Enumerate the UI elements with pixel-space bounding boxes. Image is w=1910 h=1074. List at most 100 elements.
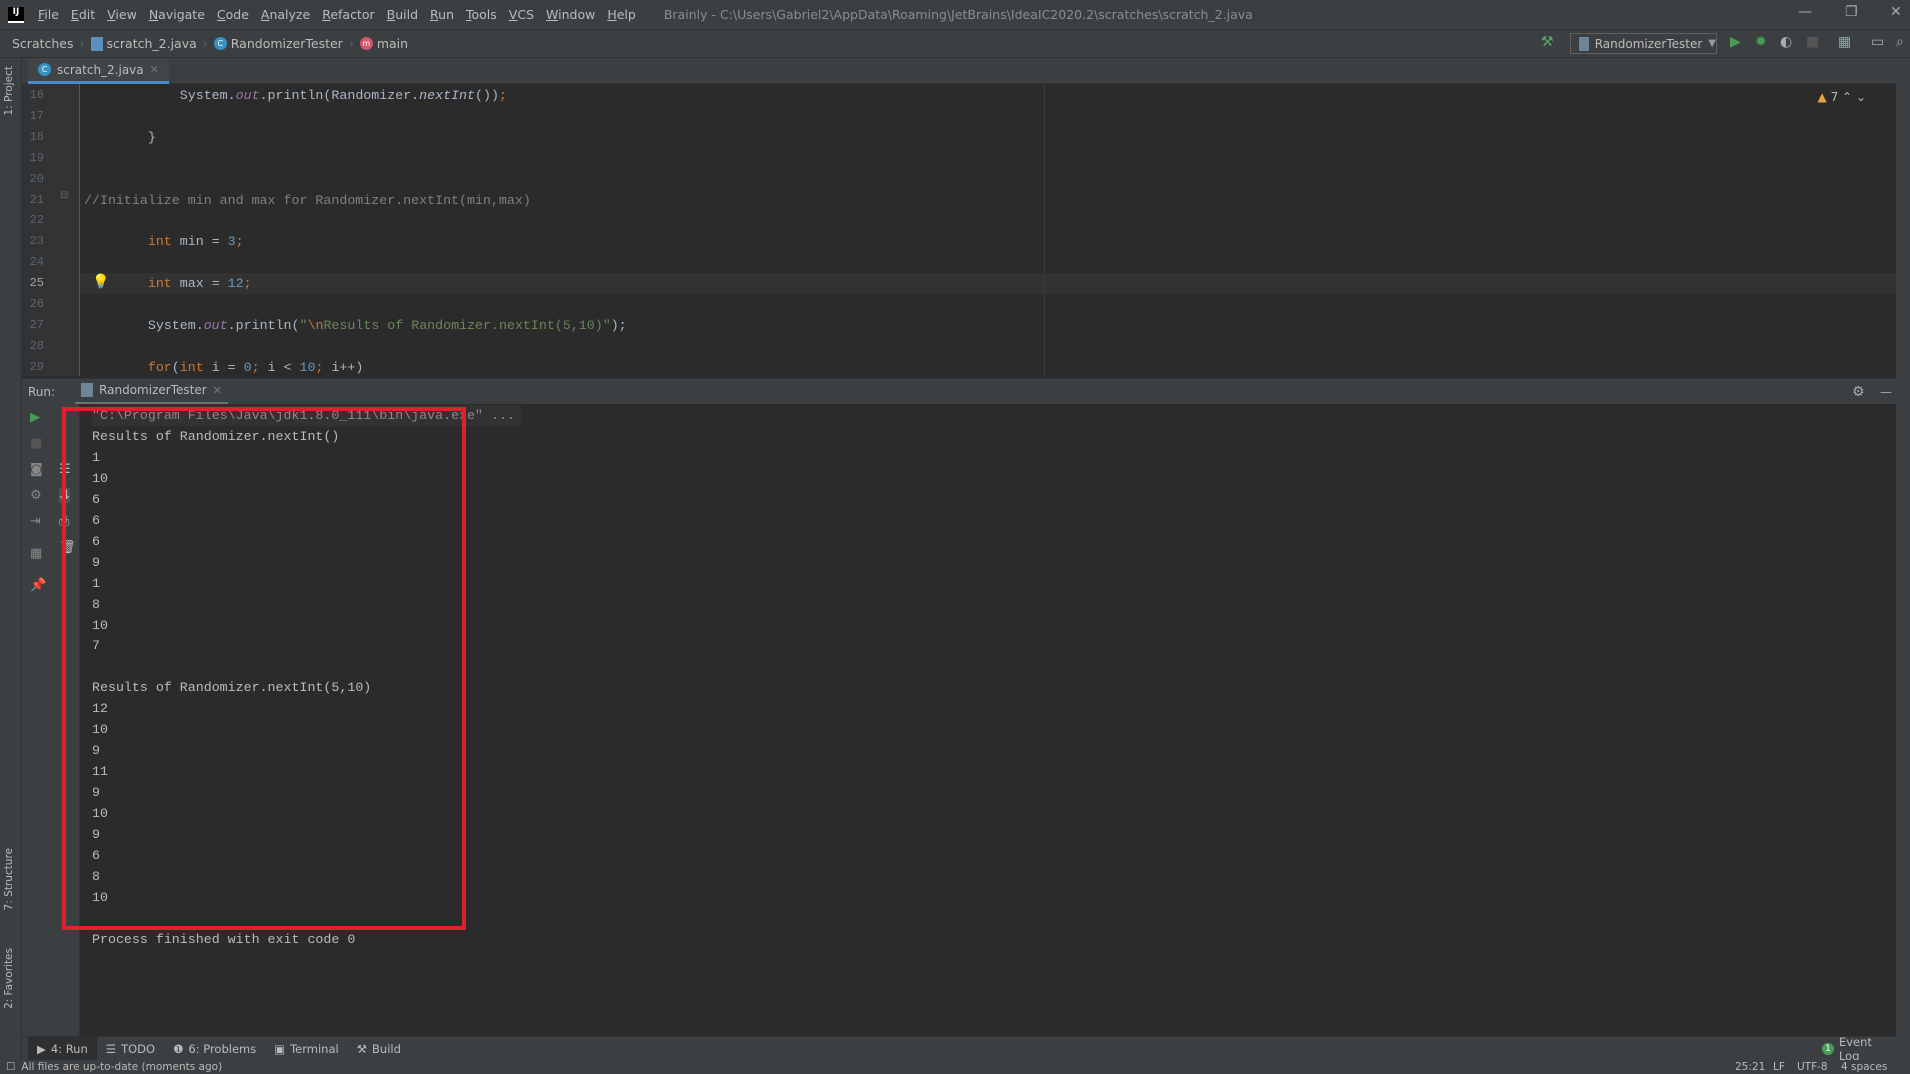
menu-build[interactable]: Build xyxy=(387,7,418,22)
file-encoding[interactable]: UTF-8 xyxy=(1797,1061,1828,1073)
build-hammer-icon[interactable]: ⚒ xyxy=(1541,34,1554,50)
menu-file[interactable]: File xyxy=(38,7,59,22)
code-token: System. xyxy=(84,88,236,103)
left-tool-strip: 1: Project 7: Structure 2: Favorites xyxy=(0,58,22,1060)
menu-help[interactable]: Help xyxy=(607,7,636,22)
menu-tools[interactable]: Tools xyxy=(466,7,497,22)
tool-window-label: 4: Run xyxy=(50,1041,88,1056)
crumb-class[interactable]: C RandomizerTester xyxy=(213,36,343,51)
class-icon: C xyxy=(38,63,51,76)
layout-icon[interactable]: ▦ xyxy=(30,546,42,561)
crumb-file[interactable]: scratch_2.java xyxy=(90,36,197,51)
rerun-icon[interactable]: ▶ xyxy=(30,410,40,425)
run-label: Run: xyxy=(28,384,56,399)
menu-code[interactable]: Code xyxy=(217,7,249,22)
tool-window-build[interactable]: ⚒ Build xyxy=(348,1037,410,1061)
menu-refactor[interactable]: Refactor xyxy=(322,7,374,22)
code-token: out xyxy=(235,88,260,103)
minimize-button[interactable]: — xyxy=(1798,4,1812,20)
stop-icon[interactable]: ■ xyxy=(1806,34,1819,50)
line-number: 23 xyxy=(29,234,44,249)
app-logo: IJ xyxy=(8,6,24,23)
tool-window-icon: ⚒ xyxy=(356,1041,368,1056)
code-token: .println(Randomizer. xyxy=(259,88,420,103)
gear-icon[interactable]: ⚙ xyxy=(1852,384,1865,400)
event-log-button[interactable]: 1 Event Log xyxy=(1822,1035,1896,1063)
favorites-tool-button[interactable]: 2: Favorites xyxy=(3,948,15,1009)
project-tool-button[interactable]: 1: Project xyxy=(3,66,15,115)
line-separator[interactable]: LF xyxy=(1773,1061,1785,1073)
warning-count: 7 xyxy=(1830,90,1839,104)
code-token: min = xyxy=(171,234,228,250)
menu-view[interactable]: View xyxy=(107,7,137,22)
run-icon[interactable]: ▶ xyxy=(1730,34,1741,50)
code-token: out xyxy=(203,317,228,333)
code-line: for(int i = 0; i < 10; i++) xyxy=(84,357,364,376)
restore-layout-icon[interactable]: ⚙ xyxy=(30,488,42,503)
line-number: 24 xyxy=(29,255,44,270)
menu-navigate[interactable]: Navigate xyxy=(149,7,205,22)
restore-button[interactable]: ❐ xyxy=(1845,4,1858,20)
crumb-method[interactable]: m main xyxy=(359,36,409,51)
menu-analyze[interactable]: Analyze xyxy=(261,7,310,22)
code-token: ()) xyxy=(475,88,499,103)
crumb-scratches[interactable]: Scratches xyxy=(12,36,74,51)
line-number: 18 xyxy=(29,129,44,144)
run-toolbar: ▶ ■ ◙ ⚙ ⇥ ▦ 📌 xyxy=(22,404,51,1036)
warning-icon: ▲ xyxy=(1817,90,1827,104)
tool-window-bar: ▶ 4: Run ☰ TODO ❶ 6: Problems ▣ Terminal ⚒ Build … xyxy=(22,1035,1896,1063)
tab-scratch-2-java[interactable]: C scratch_2.java ✕ xyxy=(28,58,169,84)
debug-icon[interactable]: ✹ xyxy=(1755,34,1767,50)
console-line: Process finished with exit code 0 xyxy=(92,931,356,947)
prev-highlight-icon[interactable]: ⌃ xyxy=(1842,90,1852,104)
editor-tabs: C scratch_2.java ✕ xyxy=(22,58,1896,84)
status-toggle-icon[interactable]: ☐ xyxy=(6,1061,15,1073)
close-button[interactable]: ✕ xyxy=(1890,4,1902,20)
crumb-label: main xyxy=(376,36,409,51)
right-margin-guide xyxy=(1044,84,1045,376)
menu-run[interactable]: Run xyxy=(430,7,454,22)
code-token: Results of Randomizer.nextInt(5,10)" xyxy=(323,317,611,333)
indent-setting[interactable]: 4 spaces xyxy=(1841,1061,1887,1073)
tab-run-randomizertester[interactable]: RandomizerTester ✕ xyxy=(75,379,228,405)
project-structure-icon[interactable]: ▦ xyxy=(1838,34,1851,50)
tool-window-icon: ❶ xyxy=(173,1041,184,1056)
crumb-label: scratch_2.java xyxy=(106,36,197,51)
structure-tool-button[interactable]: 7: Structure xyxy=(3,848,15,910)
caret-position[interactable]: 25:21 xyxy=(1735,1061,1765,1073)
tool-window-todo[interactable]: ☰ TODO xyxy=(97,1037,164,1061)
menu-window[interactable]: Window xyxy=(546,7,595,22)
tool-window-terminal[interactable]: ▣ Terminal xyxy=(265,1037,347,1061)
coverage-icon[interactable]: ◐ xyxy=(1780,34,1792,50)
camera-icon[interactable]: ◙ xyxy=(30,462,43,477)
gutter: 16 17 18 19 20 21 22 23 24 25 26 27 28 29 ⊟ xyxy=(22,84,80,376)
line-number: 16 xyxy=(29,88,44,102)
java-file-icon xyxy=(90,36,103,51)
code-editor[interactable]: 16 17 18 19 20 21 22 23 24 25 26 27 28 29 ⊟ 💡 ▲ 7 ⌃ ⌄ … xyxy=(22,84,1896,376)
hide-panel-icon[interactable]: — xyxy=(1880,385,1892,399)
close-tab-icon[interactable]: ✕ xyxy=(150,63,159,76)
code-token: nextInt xyxy=(419,88,476,103)
search-icon[interactable]: ⌕ xyxy=(1896,34,1904,50)
code-token: int xyxy=(179,359,204,375)
code-line: int min = 3; xyxy=(84,231,244,252)
crumb-label: RandomizerTester xyxy=(230,36,343,51)
tool-window-problems[interactable]: ❶ 6: Problems xyxy=(164,1037,265,1061)
tool-window-run[interactable]: ▶ 4: Run xyxy=(28,1036,97,1061)
menu-vcs[interactable]: VCS xyxy=(509,7,534,22)
config-icon xyxy=(1579,36,1589,51)
code-token: i = xyxy=(203,359,244,375)
pin-icon[interactable]: 📌 xyxy=(30,578,46,593)
fold-icon[interactable]: ⊟ xyxy=(60,190,68,201)
presentation-icon[interactable]: ▭ xyxy=(1871,34,1884,50)
stop-icon[interactable]: ■ xyxy=(30,436,42,451)
exit-icon[interactable]: ⇥ xyxy=(30,514,41,529)
close-tab-icon[interactable]: ✕ xyxy=(213,384,222,397)
menu-edit[interactable]: Edit xyxy=(71,7,95,22)
code-token: for xyxy=(147,359,172,375)
tool-window-icon: ▶ xyxy=(37,1041,46,1056)
inspection-widget[interactable]: ▲ 7 ⌃ ⌄ xyxy=(1818,90,1866,104)
next-highlight-icon[interactable]: ⌄ xyxy=(1856,90,1866,104)
run-config-select[interactable]: RandomizerTester ▼ xyxy=(1570,33,1717,54)
